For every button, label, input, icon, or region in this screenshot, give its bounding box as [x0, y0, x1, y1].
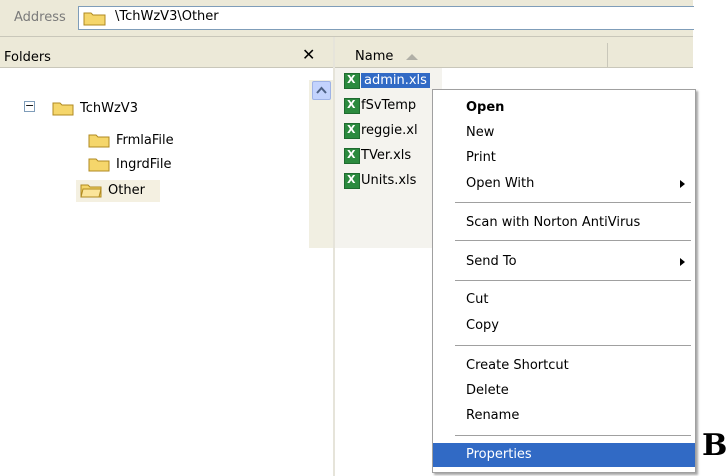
tree-label: IngrdFile — [116, 157, 172, 172]
folders-title: Folders — [4, 50, 51, 65]
file-name: TVer.xls — [361, 148, 412, 163]
menu-item-label: Create Shortcut — [466, 358, 569, 373]
sort-ascending-icon — [406, 54, 418, 60]
excel-file-icon — [344, 173, 360, 189]
tree-item-other[interactable]: Other — [76, 180, 160, 202]
address-field[interactable]: \TchWzV3\Other — [78, 6, 694, 30]
menu-item-cut[interactable]: Cut — [433, 288, 695, 312]
menu-item-open-with[interactable]: Open With — [433, 172, 695, 196]
tree-scrollbar[interactable] — [309, 80, 333, 248]
address-label: Address — [14, 10, 66, 25]
excel-file-icon — [344, 98, 360, 114]
folders-header: Folders ✕ — [0, 37, 335, 68]
menu-item-scan-norton[interactable]: Scan with Norton AntiVirus — [433, 211, 695, 235]
scroll-up-button[interactable] — [312, 81, 331, 100]
file-name: admin.xls — [361, 73, 430, 88]
menu-item-delete[interactable]: Delete — [433, 379, 695, 403]
submenu-arrow-icon — [680, 258, 685, 266]
annotation-letter: B — [702, 428, 728, 463]
menu-separator — [455, 240, 691, 241]
excel-file-icon — [344, 148, 360, 164]
menu-item-label: Delete — [466, 383, 509, 398]
context-menu: Open New Print Open With Scan with Norto… — [432, 89, 696, 473]
submenu-arrow-icon — [680, 180, 685, 188]
menu-separator — [455, 280, 691, 281]
collapse-toggle[interactable]: − — [24, 100, 35, 112]
file-name: Units.xls — [361, 173, 417, 188]
tree-item-ingrdfile[interactable]: IngrdFile — [88, 154, 208, 176]
menu-item-label: Print — [466, 150, 496, 165]
tree-label: FrmlaFile — [116, 133, 174, 148]
folder-icon — [88, 132, 110, 152]
files-header: Name — [335, 37, 693, 68]
menu-item-new[interactable]: New — [433, 121, 695, 145]
menu-item-label: Open — [466, 100, 505, 115]
menu-item-label: Rename — [466, 408, 520, 423]
tree-label: Other — [108, 183, 145, 198]
menu-item-create-shortcut[interactable]: Create Shortcut — [433, 354, 695, 378]
menu-item-properties[interactable]: Properties — [433, 443, 695, 467]
file-name: reggie.xl — [361, 123, 418, 138]
menu-item-label: Copy — [466, 318, 499, 333]
menu-item-label: Cut — [466, 292, 489, 307]
column-separator[interactable] — [607, 43, 608, 67]
tree-label: TchWzV3 — [80, 101, 138, 116]
menu-item-label: Scan with Norton AntiVirus — [466, 215, 641, 230]
address-bar: Address \TchWzV3\Other — [0, 0, 694, 37]
tree-item-frmlafile[interactable]: FrmlaFile — [88, 130, 208, 152]
menu-item-open[interactable]: Open — [433, 96, 695, 120]
menu-separator — [455, 202, 691, 203]
menu-item-copy[interactable]: Copy — [433, 314, 695, 338]
folder-icon — [83, 10, 107, 30]
folder-icon — [52, 100, 74, 120]
menu-item-label: New — [466, 125, 495, 140]
excel-file-icon — [344, 123, 360, 139]
menu-separator — [455, 345, 691, 346]
menu-item-print[interactable]: Print — [433, 146, 695, 170]
address-path: \TchWzV3\Other — [115, 9, 219, 24]
close-icon[interactable]: ✕ — [302, 47, 315, 63]
folder-icon — [88, 156, 110, 176]
chevron-up-icon — [316, 86, 327, 94]
menu-separator — [455, 435, 691, 436]
column-header-name[interactable]: Name — [355, 49, 393, 64]
tree-item-tchwzv3[interactable]: TchWzV3 — [52, 98, 172, 120]
menu-item-label: Open With — [466, 176, 535, 191]
file-name: fSvTemp — [361, 98, 417, 113]
open-folder-icon — [80, 182, 102, 202]
menu-item-rename[interactable]: Rename — [433, 404, 695, 428]
menu-item-label: Send To — [466, 254, 517, 269]
menu-item-label: Properties — [466, 447, 532, 462]
menu-item-send-to[interactable]: Send To — [433, 250, 695, 274]
excel-file-icon — [344, 73, 360, 89]
